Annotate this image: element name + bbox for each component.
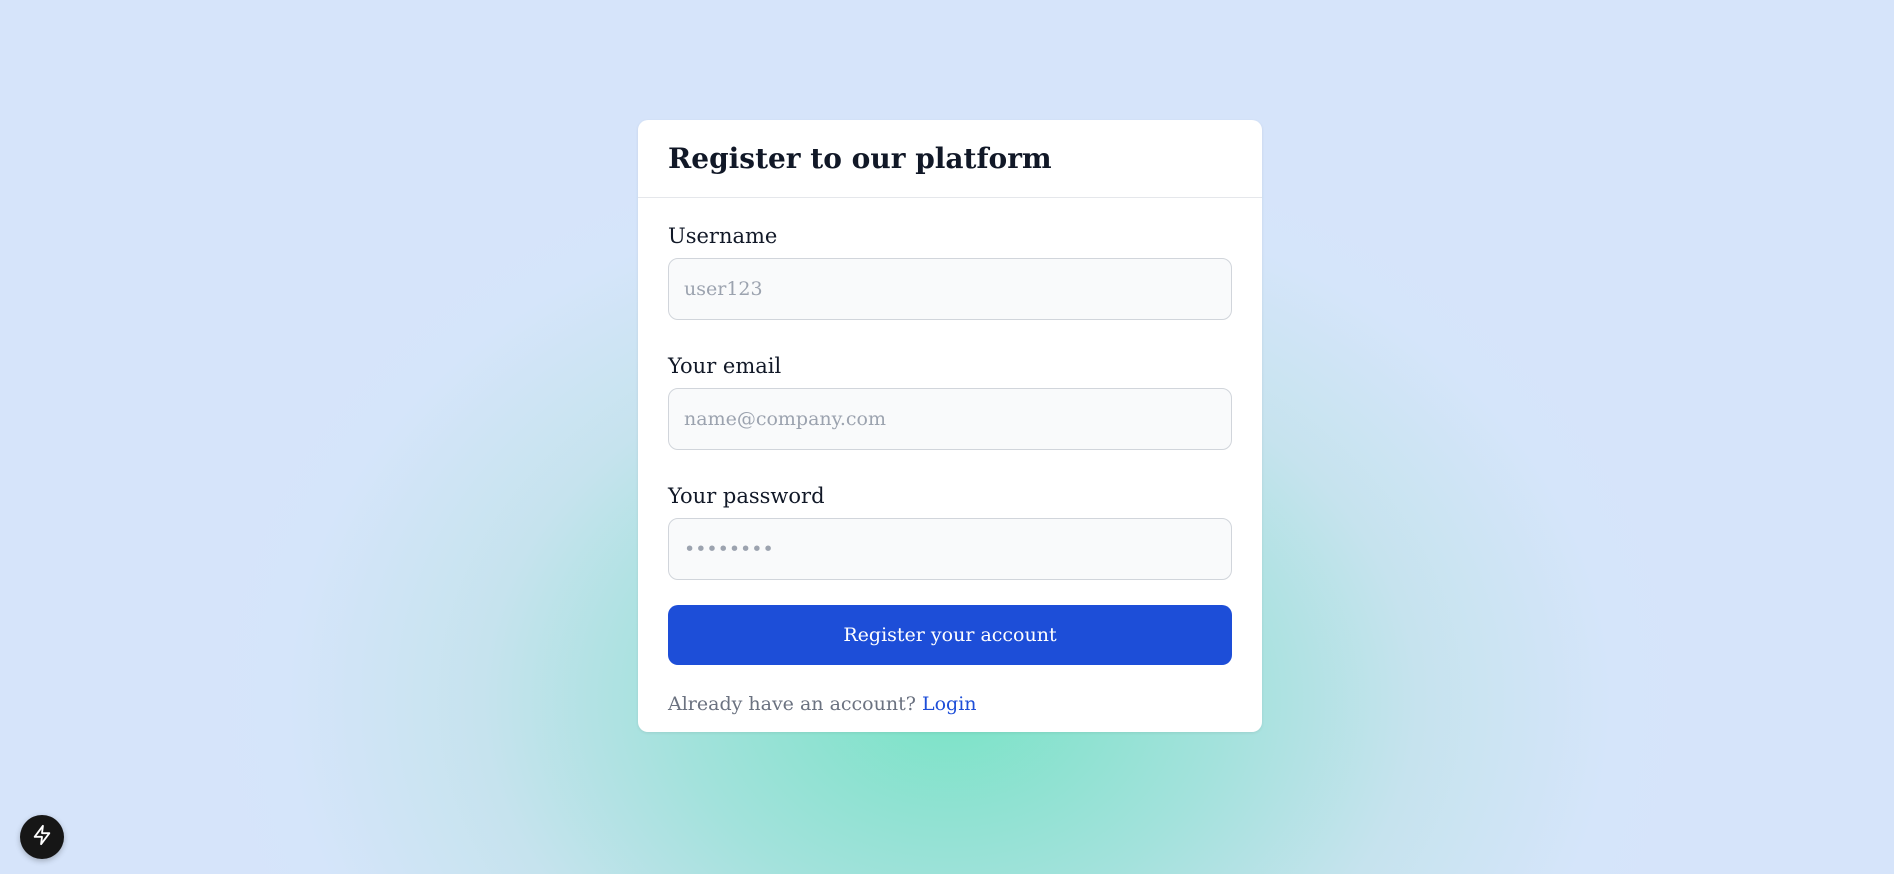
password-input[interactable]	[668, 518, 1232, 580]
card-header: Register to our platform	[638, 120, 1262, 198]
lightning-bolt-icon	[31, 824, 53, 850]
register-card: Register to our platform Username Your e…	[638, 120, 1262, 732]
password-label: Your password	[668, 484, 825, 508]
login-link[interactable]: Login	[922, 693, 977, 715]
username-label: Username	[668, 224, 778, 248]
login-prompt: Already have an account? Login	[668, 692, 1232, 716]
email-input[interactable]	[668, 388, 1232, 450]
register-form: Username Your email Your password Regist…	[638, 198, 1262, 716]
username-input[interactable]	[668, 258, 1232, 320]
email-label: Your email	[668, 354, 782, 378]
page-title: Register to our platform	[668, 142, 1052, 175]
floating-action-button[interactable]	[20, 815, 64, 859]
register-button[interactable]: Register your account	[668, 605, 1232, 665]
login-prompt-text: Already have an account?	[668, 693, 916, 715]
